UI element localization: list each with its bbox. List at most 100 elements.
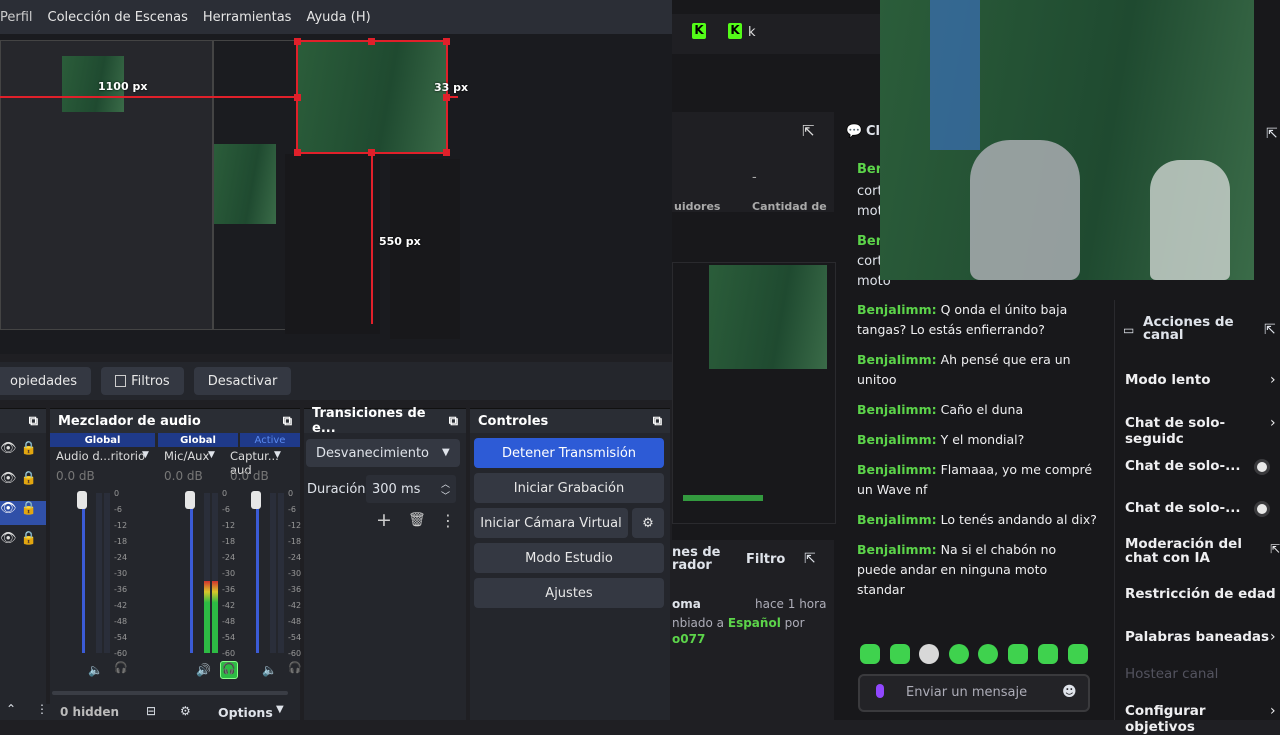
mixer-scrollbar[interactable] [52,691,288,695]
dock-undock-icon[interactable]: ⧉ [29,414,38,429]
doorframe [930,0,980,150]
mixer-tab-global-2[interactable]: Global [158,433,238,447]
mic-icon[interactable] [876,684,884,698]
activity-user[interactable]: oma [672,597,701,611]
popout-icon[interactable]: ⇱ [1264,322,1276,338]
menu-tools[interactable]: Herramientas [203,10,292,25]
layout-icon[interactable]: ⊟ [146,704,156,718]
chat-username[interactable]: BenjaIimm: [857,542,937,557]
chat-username[interactable]: BenjaIimm: [857,512,937,527]
toggle-switch[interactable] [1254,459,1270,475]
channel-action[interactable]: Chat de solo-... [1125,458,1241,474]
transition-select[interactable]: Desvanecimiento ▼ [306,439,460,467]
source-row[interactable]: 👁 🔒 [0,531,46,553]
emote-icon[interactable] [949,644,969,664]
mixer-footer: ⌃ ⋮ 0 hidden ⊟ ⚙ Options ▼ [0,702,300,720]
advanced-audio-icon[interactable]: ⚙ [180,704,191,718]
emoji-icon[interactable]: ☻ [1062,684,1077,700]
volume-slider-track[interactable] [82,493,85,653]
muted-speaker-icon[interactable]: 🔈 [262,663,277,677]
monitor-off-icon[interactable]: 🎧 [112,661,130,679]
external-link-icon[interactable]: ⇱ [1270,542,1280,556]
mixer-tab-active[interactable]: Active [240,433,300,447]
source-row[interactable]: 👁 🔒 [0,441,46,463]
virtual-camera-button[interactable]: Iniciar Cámara Virtual [474,508,628,538]
chat-username[interactable]: BenjaIimm: [857,352,937,367]
channel-action[interactable]: Restricción de edad [1125,586,1276,602]
volume-slider-handle[interactable] [251,491,261,509]
popout-icon[interactable]: ⇱ [802,122,815,140]
chat-username[interactable]: BenjaIimm: [857,402,937,417]
monitor-off-icon[interactable]: 🎧 [286,661,304,679]
menu-profile[interactable]: Perfil [0,10,33,25]
meter-tick: -30 [114,569,128,578]
source-selection-box[interactable] [294,38,450,156]
emote-icon[interactable] [860,644,880,664]
collapse-icon[interactable]: ⌃ [6,702,16,716]
emote-icon[interactable] [1008,644,1028,664]
source-row[interactable]: 👁 🔒 [0,471,46,493]
spin-down-icon[interactable]: ﹀ [441,489,450,502]
emote-icon[interactable] [1038,644,1058,664]
properties-button[interactable]: opiedades [0,367,92,395]
channel-action[interactable]: Palabras baneadas [1125,629,1269,645]
volume-slider-handle[interactable] [77,491,87,509]
chat-input[interactable]: Enviar un mensaje ☻ [858,674,1090,712]
more-icon[interactable]: ⋮ [36,702,48,716]
settings-button[interactable]: Ajustes [474,578,664,608]
channel-action[interactable]: Moderación del chat con IA [1125,537,1255,565]
popout-icon-top[interactable]: ⇱ [1266,126,1278,142]
filters-button[interactable]: Filtros [101,367,184,395]
chat-username[interactable]: BenjaIimm: [857,432,937,447]
dock-undock-icon[interactable]: ⧉ [449,414,458,429]
mixer-tab-global[interactable]: Global [50,433,155,447]
chat-message: BenjaIimm: Flamaaa, yo me compré un Wave… [857,460,1097,500]
options-dropdown[interactable]: Options [218,705,273,720]
emote-icon[interactable] [890,644,910,664]
dock-undock-icon[interactable]: ⧉ [653,414,662,429]
chat-username[interactable]: BenjaIimm: [857,462,937,477]
chevron-down-icon[interactable]: ▼ [142,450,149,460]
chevron-down-icon[interactable]: ▼ [208,450,215,460]
resize-handle[interactable] [294,38,301,45]
channel-action[interactable]: Chat de solo-seguidc [1125,415,1280,447]
volume-slider-track[interactable] [256,493,259,653]
popout-icon[interactable]: ⇱ [804,551,816,567]
channel-action[interactable]: Configurar objetivos [1125,703,1280,735]
duration-spinbox[interactable]: 300 ms ︿ ﹀ [366,475,456,503]
volume-slider-handle[interactable] [185,491,195,509]
volume-slider-track[interactable] [190,493,193,653]
add-transition-icon[interactable]: + [376,509,392,531]
activity-user-2[interactable]: o077 [672,632,705,646]
resize-handle[interactable] [443,149,450,156]
emote-icon[interactable] [919,644,939,664]
channel-action[interactable]: Modo lento [1125,372,1210,388]
chat-username[interactable]: BenjaIimm: [857,302,937,317]
start-recording-button[interactable]: Iniciar Grabación [474,473,664,503]
source-row-selected[interactable]: 👁 🔒 [0,501,46,525]
monitor-headphones-icon[interactable]: 🎧 [220,661,238,679]
channel-action[interactable]: Chat de solo-... [1125,500,1241,516]
muted-speaker-icon[interactable]: 🔈 [88,663,103,677]
emote-icon[interactable] [978,644,998,664]
resize-handle[interactable] [443,38,450,45]
menu-scene-collection[interactable]: Colección de Escenas [48,10,188,25]
dock-undock-icon[interactable]: ⧉ [283,414,292,429]
emote-icon[interactable] [1068,644,1088,664]
mixer-title-bar: Mezclador de audio ⧉ [50,409,300,433]
deactivate-button[interactable]: Desactivar [193,367,292,395]
toggle-switch[interactable] [1254,501,1270,517]
virtual-camera-settings-button[interactable]: ⚙ [632,508,664,538]
activity-filter[interactable]: Filtro [746,552,785,567]
bottom-offset-label: 550 px [379,235,421,248]
resize-handle[interactable] [368,38,375,45]
stop-streaming-button[interactable]: Detener Transmisión [474,438,664,468]
chevron-down-icon[interactable]: ▼ [274,450,281,460]
menu-help[interactable]: Ayuda (H) [306,10,370,25]
speaker-icon[interactable]: 🔊 [196,663,211,677]
transition-menu-icon[interactable]: ⋮ [440,511,456,530]
studio-mode-button[interactable]: Modo Estudio [474,543,664,573]
resize-handle[interactable] [294,149,301,156]
preview-canvas[interactable]: 1100 px 33 px 550 px [0,34,672,354]
trash-icon[interactable]: 🗑 [408,512,426,528]
